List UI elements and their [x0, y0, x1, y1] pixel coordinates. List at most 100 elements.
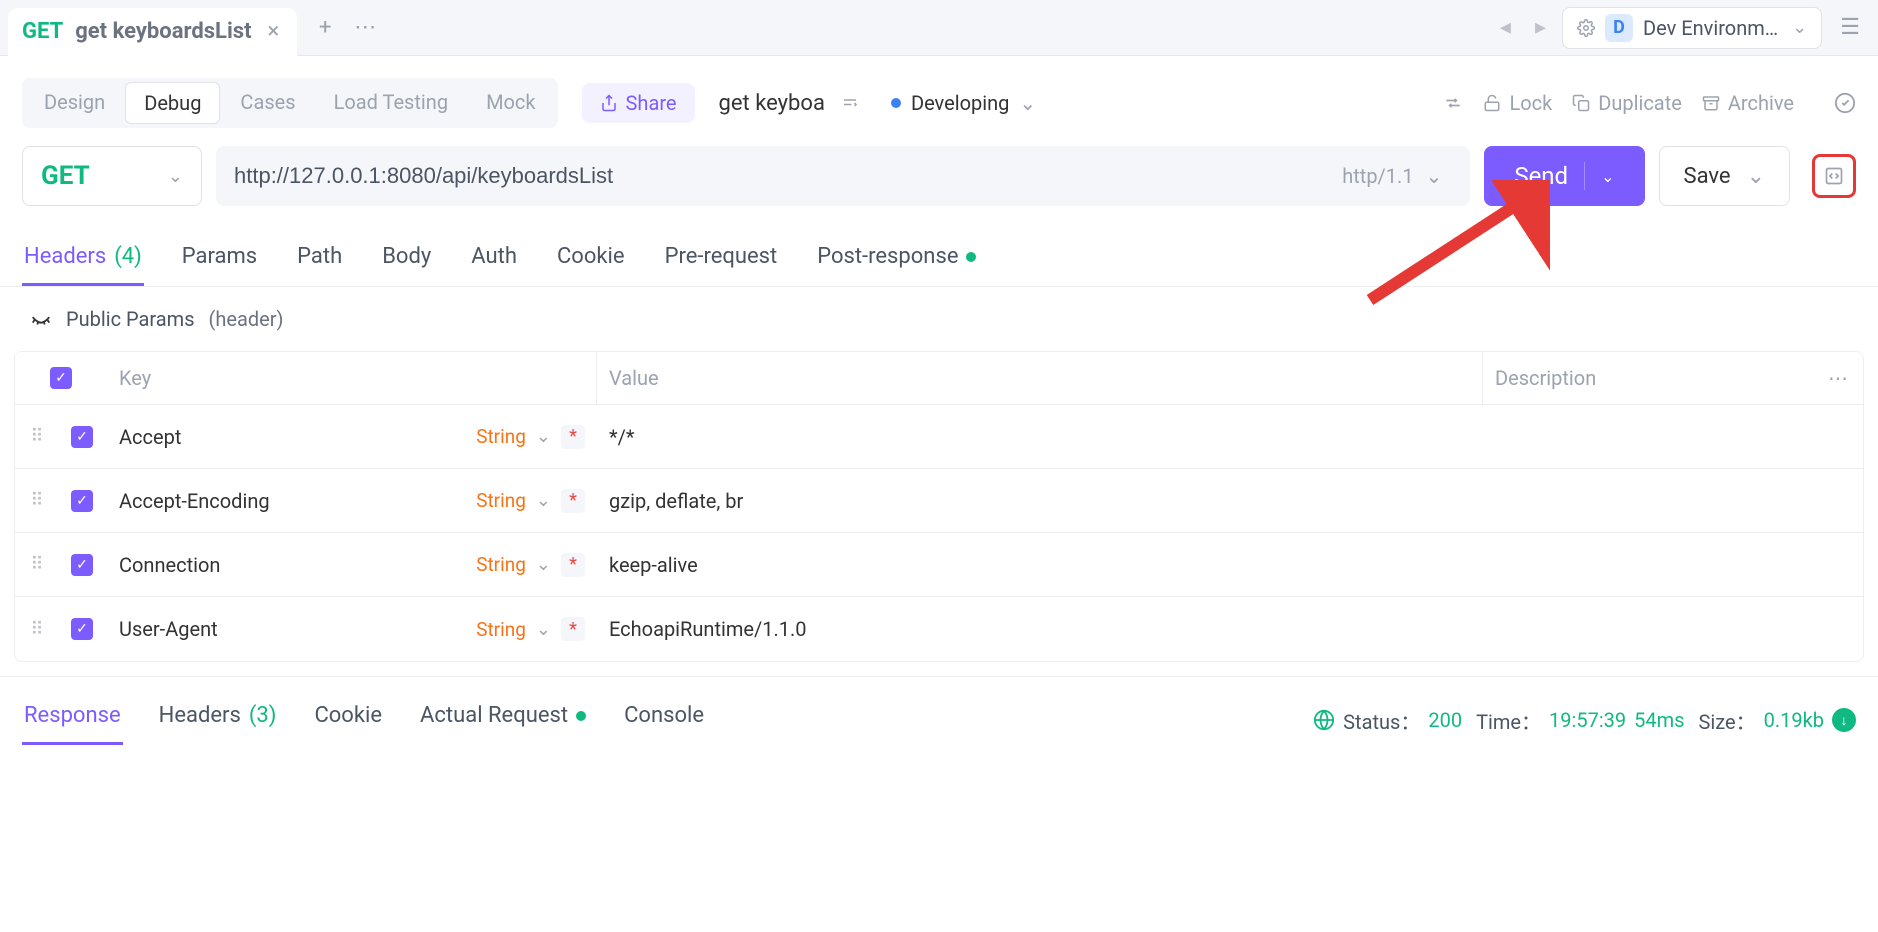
nav-back-icon[interactable]: ◂	[1492, 15, 1519, 40]
public-params-header[interactable]: Public Params (header)	[0, 287, 1878, 351]
row-value-cell[interactable]: EchoapiRuntime/1.1.0	[597, 617, 1483, 641]
archive-button[interactable]: Archive	[1702, 91, 1794, 115]
checkbox-icon[interactable]: ✓	[50, 367, 72, 389]
drag-handle-icon[interactable]: ⠿	[15, 619, 59, 640]
resp-tab-headers[interactable]: Headers (3)	[157, 695, 279, 745]
chevron-down-icon: ⌄	[536, 426, 551, 447]
row-checkbox[interactable]: ✓	[59, 554, 107, 576]
row-checkbox[interactable]: ✓	[59, 618, 107, 640]
size-value: 0.19kb	[1764, 708, 1824, 732]
tab-mock[interactable]: Mock	[468, 82, 553, 124]
resp-tab-cookie[interactable]: Cookie	[312, 695, 384, 745]
resp-tab-response[interactable]: Response	[22, 695, 123, 745]
save-label: Save	[1684, 164, 1731, 189]
status-label: Status：	[1343, 706, 1420, 735]
row-value-cell[interactable]: */*	[597, 425, 1483, 449]
row-key-cell[interactable]: Connection String ⌄ *	[107, 553, 597, 577]
url-input[interactable]	[234, 163, 1332, 189]
tab-design[interactable]: Design	[26, 82, 123, 124]
status-dropdown[interactable]: Developing ⌄	[891, 91, 1036, 115]
required-star-icon: *	[561, 617, 585, 641]
request-name-inline: get keyboa	[719, 91, 825, 116]
nav-forward-icon[interactable]: ▸	[1527, 15, 1554, 40]
public-params-sub: (header)	[209, 307, 284, 331]
row-value-cell[interactable]: keep-alive	[597, 553, 1483, 577]
sort-icon[interactable]	[1443, 93, 1463, 113]
environment-selector[interactable]: D Dev Environm… ⌄	[1562, 7, 1822, 49]
method-select[interactable]: GET ⌄	[22, 146, 202, 206]
response-status-bar: Status： 200 Time： 19:57:39 54ms Size： 0.…	[1313, 706, 1856, 735]
row-value-cell[interactable]: gzip, deflate, br	[597, 489, 1483, 513]
public-params-label: Public Params	[66, 307, 195, 331]
tab-post-response[interactable]: Post-response	[815, 236, 978, 286]
code-panel-button[interactable]	[1812, 154, 1856, 198]
headers-count: (4)	[114, 244, 142, 269]
drag-handle-icon[interactable]: ⠿	[15, 426, 59, 447]
env-label: Dev Environm…	[1643, 16, 1778, 40]
th-value: Value	[597, 352, 1483, 404]
indicator-dot	[576, 711, 586, 721]
table-row: ⠿ ✓ Accept String ⌄ * */*	[15, 405, 1863, 469]
duration-value: 54ms	[1634, 708, 1684, 732]
tab-path[interactable]: Path	[295, 236, 344, 286]
tab-params[interactable]: Params	[180, 236, 259, 286]
table-row: ⠿ ✓ User-Agent String ⌄ * EchoapiRuntime…	[15, 597, 1863, 661]
url-row: GET ⌄ http/1.1 ⌄ Send ⌄ Save ⌄	[0, 136, 1878, 224]
tab-overflow-icon[interactable]: ⋯	[345, 8, 385, 48]
chevron-down-icon: ⌄	[1426, 164, 1443, 188]
tab-cases[interactable]: Cases	[222, 82, 313, 124]
globe-icon	[1313, 709, 1335, 731]
lock-label: Lock	[1509, 91, 1552, 115]
status-dot	[891, 98, 901, 108]
row-checkbox[interactable]: ✓	[59, 490, 107, 512]
key-text: Accept	[119, 425, 181, 449]
table-row: ⠿ ✓ Connection String ⌄ * keep-alive	[15, 533, 1863, 597]
validate-icon[interactable]	[1834, 92, 1856, 114]
close-icon[interactable]: ×	[264, 19, 284, 44]
protocol-select[interactable]: http/1.1 ⌄	[1332, 164, 1452, 188]
status-code: 200	[1428, 708, 1462, 732]
tab-load-testing[interactable]: Load Testing	[316, 82, 466, 124]
download-icon[interactable]: ↓	[1832, 708, 1856, 732]
chevron-down-icon[interactable]: ⌄	[1747, 164, 1765, 189]
tab-body[interactable]: Body	[380, 236, 433, 286]
tab-cookie[interactable]: Cookie	[555, 236, 627, 286]
headers-table: ✓ Key Value Description ⋯ ⠿ ✓ Accept Str…	[14, 351, 1864, 662]
resp-tab-actual-request[interactable]: Actual Request	[418, 695, 588, 745]
save-button[interactable]: Save ⌄	[1659, 146, 1791, 206]
chevron-down-icon[interactable]: ⌄	[1601, 167, 1614, 186]
row-key-cell[interactable]: User-Agent String ⌄ *	[107, 617, 597, 641]
top-tab-bar: GET get keyboardsList × + ⋯ ◂ ▸ D Dev En…	[0, 0, 1878, 56]
required-star-icon: *	[561, 489, 585, 513]
table-row: ⠿ ✓ Accept-Encoding String ⌄ * gzip, def…	[15, 469, 1863, 533]
tab-pre-request[interactable]: Pre-request	[663, 236, 780, 286]
request-tab[interactable]: GET get keyboardsList ×	[8, 8, 297, 56]
tab-headers[interactable]: Headers (4)	[22, 236, 144, 286]
tab-debug[interactable]: Debug	[125, 82, 220, 124]
lock-button[interactable]: Lock	[1483, 91, 1552, 115]
duplicate-button[interactable]: Duplicate	[1572, 91, 1682, 115]
share-button[interactable]: Share	[582, 83, 695, 123]
time-value: 19:57:39	[1549, 708, 1626, 732]
status-label: Developing	[911, 91, 1009, 115]
tab-auth[interactable]: Auth	[469, 236, 519, 286]
th-actions[interactable]: ⋯	[1813, 352, 1863, 404]
send-label: Send	[1514, 162, 1568, 190]
th-checkbox[interactable]: ✓	[15, 352, 107, 404]
drag-handle-icon[interactable]: ⠿	[15, 554, 59, 575]
resp-tab-console[interactable]: Console	[622, 695, 706, 745]
required-star-icon: *	[561, 425, 585, 449]
row-key-cell[interactable]: Accept-Encoding String ⌄ *	[107, 489, 597, 513]
row-key-cell[interactable]: Accept String ⌄ *	[107, 425, 597, 449]
menu-icon[interactable]: ☰	[1830, 15, 1870, 40]
row-checkbox[interactable]: ✓	[59, 426, 107, 448]
edit-icon[interactable]	[841, 94, 859, 112]
chevron-down-icon: ⌄	[536, 490, 551, 511]
drag-handle-icon[interactable]: ⠿	[15, 490, 59, 511]
add-tab-button[interactable]: +	[305, 8, 345, 48]
method-label: GET	[41, 161, 90, 191]
tab-method: GET	[22, 19, 63, 44]
th-description: Description	[1483, 352, 1813, 404]
key-text: Connection	[119, 553, 220, 577]
send-button[interactable]: Send ⌄	[1484, 146, 1644, 206]
